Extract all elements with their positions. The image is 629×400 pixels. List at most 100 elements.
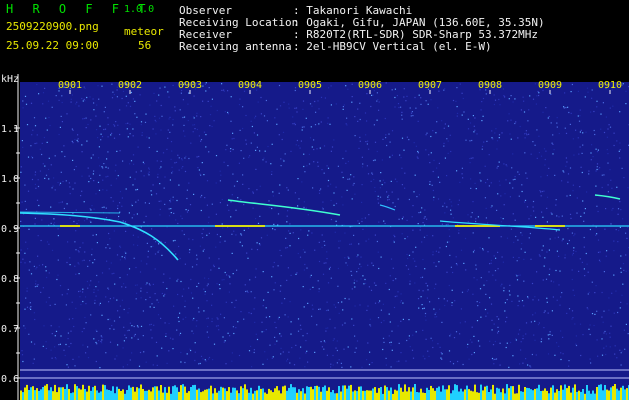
noise-speck xyxy=(307,214,309,216)
noise-speck xyxy=(401,167,403,169)
noise-speck xyxy=(66,293,68,295)
level-bar xyxy=(334,393,336,400)
noise-speck xyxy=(82,242,84,244)
noise-speck xyxy=(405,265,407,267)
noise-speck xyxy=(207,283,209,285)
level-bar xyxy=(518,384,520,400)
noise-speck xyxy=(477,216,479,218)
noise-speck xyxy=(92,98,94,100)
level-bar xyxy=(72,392,74,400)
noise-speck xyxy=(227,113,229,115)
noise-speck xyxy=(433,262,435,264)
noise-speck xyxy=(178,320,180,323)
noise-speck xyxy=(335,202,338,205)
level-bar xyxy=(450,393,452,400)
noise-speck xyxy=(85,117,87,119)
noise-speck xyxy=(521,190,523,193)
noise-speck xyxy=(579,258,581,260)
level-bar xyxy=(336,393,338,400)
noise-speck xyxy=(169,131,171,133)
noise-speck xyxy=(522,362,524,364)
noise-speck xyxy=(619,149,621,151)
noise-speck xyxy=(612,207,614,210)
level-bar xyxy=(260,388,262,400)
y-tick-label: 0.9 xyxy=(1,224,19,235)
noise-speck xyxy=(23,325,25,327)
noise-speck xyxy=(177,293,179,296)
noise-speck xyxy=(524,137,526,139)
noise-speck xyxy=(53,218,55,220)
noise-speck xyxy=(61,201,63,203)
noise-speck xyxy=(401,184,403,186)
level-bar xyxy=(276,386,278,400)
noise-speck xyxy=(96,104,98,106)
noise-speck xyxy=(593,129,595,132)
noise-speck xyxy=(581,261,583,263)
noise-speck xyxy=(406,219,408,221)
noise-speck xyxy=(164,322,166,324)
noise-speck xyxy=(198,135,200,137)
noise-speck xyxy=(421,241,423,243)
noise-speck xyxy=(49,304,51,306)
level-bar xyxy=(210,385,212,400)
noise-speck xyxy=(124,251,126,253)
level-bar xyxy=(540,391,542,400)
noise-speck xyxy=(57,181,59,184)
noise-speck xyxy=(600,113,602,115)
noise-speck xyxy=(221,83,223,85)
noise-speck xyxy=(480,277,482,279)
noise-speck xyxy=(321,246,323,248)
level-bar xyxy=(142,389,144,400)
noise-speck xyxy=(126,364,129,366)
noise-speck xyxy=(140,297,142,299)
noise-speck xyxy=(34,142,36,145)
noise-speck xyxy=(619,349,621,351)
noise-speck xyxy=(321,169,323,171)
noise-speck xyxy=(160,104,162,107)
level-bar xyxy=(280,393,282,400)
noise-speck xyxy=(21,350,23,352)
noise-speck xyxy=(213,265,215,268)
noise-speck xyxy=(289,362,291,364)
noise-speck xyxy=(318,288,320,290)
noise-speck xyxy=(443,145,445,147)
noise-speck xyxy=(116,299,118,301)
noise-speck xyxy=(223,90,225,92)
noise-speck xyxy=(591,97,593,99)
y-tick-label: 0.6 xyxy=(1,374,19,385)
noise-speck xyxy=(523,100,525,102)
noise-speck xyxy=(617,241,619,243)
noise-speck xyxy=(549,268,551,270)
noise-speck xyxy=(250,312,252,315)
noise-speck xyxy=(209,114,212,116)
noise-speck xyxy=(84,296,87,298)
noise-speck xyxy=(286,279,288,281)
noise-speck xyxy=(320,96,323,98)
noise-speck xyxy=(136,213,138,215)
level-bar xyxy=(164,387,166,400)
noise-speck xyxy=(311,232,313,234)
noise-speck xyxy=(22,107,24,109)
noise-speck xyxy=(506,342,508,344)
noise-speck xyxy=(147,256,149,258)
noise-speck xyxy=(192,332,194,335)
noise-speck xyxy=(389,321,391,323)
noise-speck xyxy=(449,361,451,363)
noise-speck xyxy=(376,150,378,153)
level-bar xyxy=(378,388,380,400)
noise-speck xyxy=(135,298,137,300)
noise-speck xyxy=(517,295,519,297)
noise-speck xyxy=(387,199,389,201)
noise-speck xyxy=(132,98,134,100)
noise-speck xyxy=(456,264,458,266)
noise-speck xyxy=(97,85,99,87)
noise-speck xyxy=(454,300,456,302)
noise-speck xyxy=(174,162,176,164)
noise-speck xyxy=(323,172,325,174)
noise-speck xyxy=(213,120,215,122)
noise-speck xyxy=(465,139,467,141)
noise-speck xyxy=(576,212,578,214)
noise-speck xyxy=(136,188,139,191)
noise-speck xyxy=(534,312,536,314)
noise-speck xyxy=(50,349,52,351)
